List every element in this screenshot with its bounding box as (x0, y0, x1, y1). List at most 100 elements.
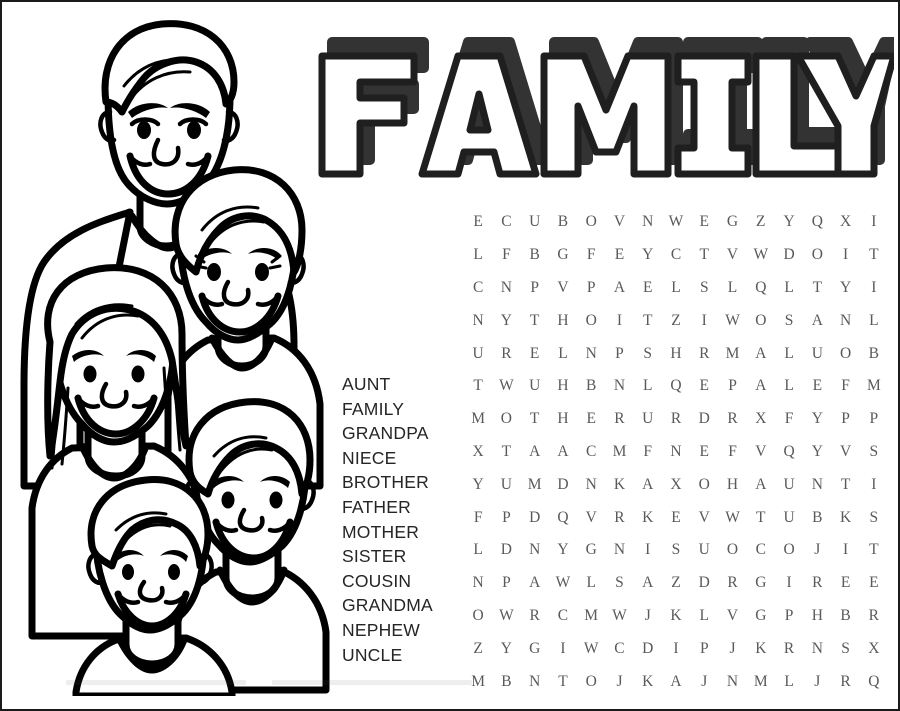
letter-cell[interactable]: Y (464, 476, 492, 494)
letter-cell[interactable]: L (775, 377, 803, 395)
letter-cell[interactable]: M (718, 345, 746, 363)
letter-cell[interactable]: W (747, 246, 775, 264)
word-list-item[interactable]: NEPHEW (342, 618, 452, 643)
letter-cell[interactable]: L (860, 312, 888, 330)
letter-cell[interactable]: N (577, 476, 605, 494)
letter-cell[interactable]: I (860, 279, 888, 297)
letter-cell[interactable]: W (718, 509, 746, 527)
letter-cell[interactable]: P (577, 279, 605, 297)
letter-cell[interactable]: Q (803, 213, 831, 231)
letter-cell[interactable]: U (492, 476, 520, 494)
letter-cell[interactable]: V (690, 509, 718, 527)
letter-cell[interactable]: Y (775, 213, 803, 231)
letter-cell[interactable]: J (690, 673, 718, 691)
word-list-item[interactable]: NIECE (342, 446, 452, 471)
letter-cell[interactable]: C (464, 279, 492, 297)
letter-cell[interactable]: M (747, 673, 775, 691)
letter-cell[interactable]: Q (747, 279, 775, 297)
letter-cell[interactable]: I (690, 312, 718, 330)
letter-cell[interactable]: T (634, 312, 662, 330)
letter-cell[interactable]: C (492, 213, 520, 231)
letter-cell[interactable]: E (521, 345, 549, 363)
letter-cell[interactable]: T (860, 541, 888, 559)
letter-cell[interactable]: O (577, 213, 605, 231)
letter-cell[interactable]: N (521, 541, 549, 559)
letter-cell[interactable]: T (831, 476, 859, 494)
letter-cell[interactable]: W (549, 574, 577, 592)
letter-cell[interactable]: N (577, 345, 605, 363)
letter-cell[interactable]: Y (803, 443, 831, 461)
letter-cell[interactable]: H (662, 345, 690, 363)
letter-cell[interactable]: O (577, 673, 605, 691)
letter-cell[interactable]: P (492, 509, 520, 527)
letter-cell[interactable]: R (605, 509, 633, 527)
letter-cell[interactable]: U (521, 213, 549, 231)
letter-cell[interactable]: A (803, 312, 831, 330)
letter-cell[interactable]: J (718, 640, 746, 658)
letter-cell[interactable]: X (831, 213, 859, 231)
letter-cell[interactable]: I (831, 541, 859, 559)
letter-cell[interactable]: S (775, 312, 803, 330)
letter-cell[interactable]: P (831, 410, 859, 428)
letter-cell[interactable]: N (718, 673, 746, 691)
letter-cell[interactable]: D (549, 476, 577, 494)
letter-cell[interactable]: S (634, 345, 662, 363)
letter-cell[interactable]: R (718, 574, 746, 592)
letter-cell[interactable]: M (464, 410, 492, 428)
letter-cell[interactable]: A (521, 443, 549, 461)
letter-cell[interactable]: D (492, 541, 520, 559)
letter-cell[interactable]: V (605, 213, 633, 231)
letter-cell[interactable]: D (690, 410, 718, 428)
letter-cell[interactable]: F (718, 443, 746, 461)
letter-cell[interactable]: O (718, 541, 746, 559)
letter-cell[interactable]: R (521, 607, 549, 625)
letter-cell[interactable]: B (577, 377, 605, 395)
letter-cell[interactable]: T (690, 246, 718, 264)
letter-cell[interactable]: E (831, 574, 859, 592)
letter-cell[interactable]: K (634, 509, 662, 527)
letter-cell[interactable]: N (634, 213, 662, 231)
letter-cell[interactable]: F (464, 509, 492, 527)
letter-cell[interactable]: X (747, 410, 775, 428)
letter-cell[interactable]: A (634, 476, 662, 494)
letter-cell[interactable]: P (605, 345, 633, 363)
letter-cell[interactable]: Y (549, 541, 577, 559)
letter-cell[interactable]: G (718, 213, 746, 231)
letter-cell[interactable]: O (803, 246, 831, 264)
letter-cell[interactable]: P (521, 279, 549, 297)
letter-cell[interactable]: E (605, 246, 633, 264)
letter-cell[interactable]: E (662, 509, 690, 527)
letter-cell[interactable]: K (605, 476, 633, 494)
letter-cell[interactable]: U (634, 410, 662, 428)
letter-cell[interactable]: K (747, 640, 775, 658)
letter-cell[interactable]: N (831, 312, 859, 330)
letter-cell[interactable]: K (634, 673, 662, 691)
word-list-item[interactable]: AUNT (342, 372, 452, 397)
letter-cell[interactable]: Z (662, 312, 690, 330)
letter-cell[interactable]: Y (634, 246, 662, 264)
letter-cell[interactable]: S (860, 443, 888, 461)
letter-cell[interactable]: F (831, 377, 859, 395)
letter-cell[interactable]: W (492, 377, 520, 395)
letter-cell[interactable]: T (521, 410, 549, 428)
word-list-item[interactable]: UNCLE (342, 643, 452, 668)
word-list-item[interactable]: FATHER (342, 495, 452, 520)
letter-cell[interactable]: D (521, 509, 549, 527)
letter-cell[interactable]: B (803, 509, 831, 527)
letter-cell[interactable]: A (605, 279, 633, 297)
letter-cell[interactable]: X (464, 443, 492, 461)
letter-cell[interactable]: H (549, 312, 577, 330)
letter-cell[interactable]: Y (492, 640, 520, 658)
letter-cell[interactable]: W (605, 607, 633, 625)
letter-cell[interactable]: G (747, 574, 775, 592)
letter-cell[interactable]: X (662, 476, 690, 494)
letter-cell[interactable]: E (860, 574, 888, 592)
letter-cell[interactable]: A (747, 377, 775, 395)
letter-cell[interactable]: Q (860, 673, 888, 691)
letter-cell[interactable]: L (690, 607, 718, 625)
letter-cell[interactable]: V (577, 509, 605, 527)
letter-cell[interactable]: O (831, 345, 859, 363)
letter-cell[interactable]: L (775, 279, 803, 297)
letter-cell[interactable]: K (662, 607, 690, 625)
letter-cell[interactable]: N (605, 541, 633, 559)
